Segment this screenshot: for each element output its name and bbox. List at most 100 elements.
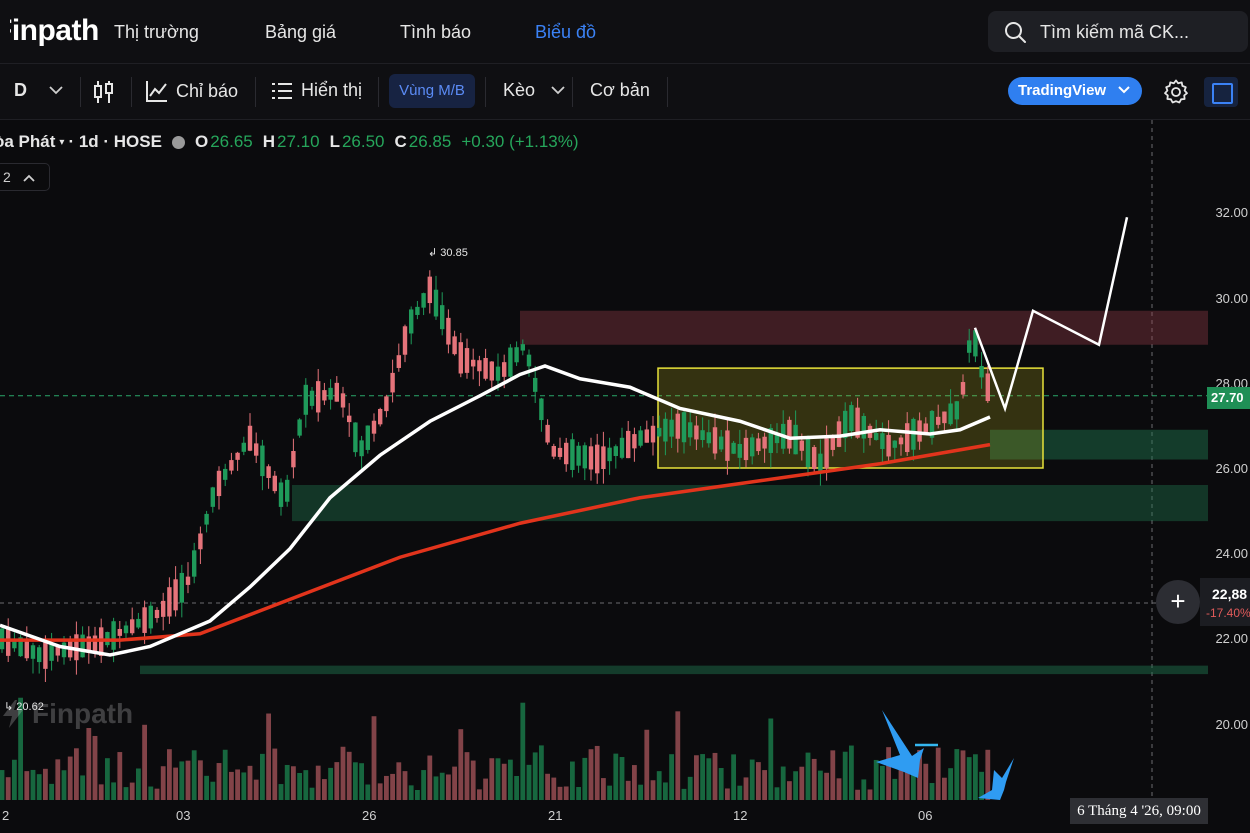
candle-body xyxy=(396,355,401,368)
top-navigation: Finpath Thị trường Bảng giá Tình báo Biể… xyxy=(0,0,1250,64)
candle-body xyxy=(440,305,445,330)
candle-body xyxy=(818,453,823,473)
volume-bar xyxy=(756,762,761,800)
app-logo[interactable]: Finpath xyxy=(10,14,99,48)
volume-bar xyxy=(315,765,321,800)
price-chart[interactable] xyxy=(0,0,1250,833)
candle-body xyxy=(762,436,767,449)
candle-body xyxy=(464,348,470,373)
gear-icon[interactable] xyxy=(1163,79,1189,105)
symbol-chevron-icon[interactable]: ▾ xyxy=(59,137,64,148)
candle-body xyxy=(254,443,259,456)
trade-label: Kèo xyxy=(503,80,536,100)
volume-bar xyxy=(148,786,154,800)
candlestick-icon xyxy=(94,81,113,103)
volume-bar xyxy=(594,745,600,800)
nav-bang-gia[interactable]: Bảng giá xyxy=(265,22,336,43)
symbol-name: òa Phát xyxy=(0,132,56,151)
candle-body xyxy=(508,347,513,377)
volume-bar xyxy=(867,789,873,800)
candle-body xyxy=(576,445,581,466)
nav-bieu-do[interactable]: Biểu đồ xyxy=(535,22,596,43)
volume-bar xyxy=(818,770,823,800)
volume-bar xyxy=(185,760,191,800)
chevron-down-icon xyxy=(49,86,63,95)
toolbar-divider xyxy=(485,77,486,107)
candle-body xyxy=(551,446,556,457)
volume-bar xyxy=(539,745,544,800)
volume-bar xyxy=(98,784,104,800)
volume-bar xyxy=(551,777,557,800)
candle-body xyxy=(92,635,98,652)
volume-bar xyxy=(489,758,495,800)
candle-body xyxy=(371,420,377,434)
candle-body xyxy=(688,422,693,438)
volume-bar xyxy=(452,766,457,800)
volume-bar xyxy=(353,762,358,800)
volume-bar xyxy=(805,752,811,800)
volume-bar xyxy=(136,768,141,800)
volume-bar xyxy=(222,749,228,800)
basic-label: Cơ bản xyxy=(590,80,650,100)
candle-body xyxy=(681,412,687,443)
candle-body xyxy=(917,420,922,442)
volume-bar xyxy=(973,754,978,800)
tradingview-button[interactable]: TradingView xyxy=(1008,77,1142,105)
indicators-button[interactable]: Chỉ báo xyxy=(146,80,238,102)
volume-bar xyxy=(67,756,73,800)
volume-bar xyxy=(923,763,929,800)
volume-bar xyxy=(427,755,433,800)
interval-selector[interactable]: D xyxy=(14,80,63,101)
candle-body xyxy=(669,419,674,437)
volume-bar xyxy=(563,786,569,800)
volume-bar xyxy=(384,775,389,800)
support-zone xyxy=(140,665,1208,675)
search-input[interactable]: Tìm kiếm mã CK... xyxy=(988,11,1248,52)
volume-bar xyxy=(712,752,718,800)
layout-toggle-button[interactable] xyxy=(1204,77,1238,107)
candle-body xyxy=(402,326,408,355)
trade-dropdown[interactable]: Kèo xyxy=(503,80,565,101)
volume-bar xyxy=(718,768,724,800)
volume-bar xyxy=(849,745,854,800)
candle-body xyxy=(415,306,420,315)
volume-bar xyxy=(272,748,278,800)
volume-bar xyxy=(966,757,972,800)
volume-bar xyxy=(334,762,340,800)
display-button[interactable]: Hiển thị xyxy=(271,80,362,101)
candle-body xyxy=(353,422,358,453)
volume-bar xyxy=(501,763,507,800)
volume-bar xyxy=(74,748,79,800)
volume-bar xyxy=(470,760,476,800)
high-key: H xyxy=(262,132,276,151)
nav-tinh-bao[interactable]: Tình báo xyxy=(400,22,471,43)
x-tick-label: 06 xyxy=(918,808,933,823)
candle-body xyxy=(954,401,959,420)
add-alert-button[interactable]: + xyxy=(1156,580,1200,624)
volume-bar xyxy=(948,768,953,800)
nav-thi-truong[interactable]: Thị trường xyxy=(114,22,199,43)
basic-button[interactable]: Cơ bản xyxy=(590,80,650,101)
candle-body xyxy=(80,634,85,658)
candle-body xyxy=(520,344,525,351)
chart-type-button[interactable] xyxy=(93,80,115,104)
candle-body xyxy=(942,411,947,424)
support-zone xyxy=(292,485,1208,522)
candle-body xyxy=(285,479,290,502)
volume-bar xyxy=(557,786,563,800)
candle-body xyxy=(638,430,643,446)
volume-bar xyxy=(235,769,240,800)
candle-body xyxy=(24,640,29,659)
candle-body xyxy=(626,430,631,459)
volume-bar xyxy=(346,751,352,800)
candle-body xyxy=(619,437,625,458)
zone-button[interactable]: Vùng M/B xyxy=(389,74,475,108)
candle-body xyxy=(154,609,160,619)
candle-body xyxy=(750,437,755,457)
indicators-collapse-button[interactable]: 2 xyxy=(0,163,50,191)
volume-bar xyxy=(408,785,414,800)
candle-body xyxy=(849,405,854,432)
candle-body xyxy=(936,416,941,425)
candle-body xyxy=(979,365,984,378)
volume-bar xyxy=(737,785,743,800)
